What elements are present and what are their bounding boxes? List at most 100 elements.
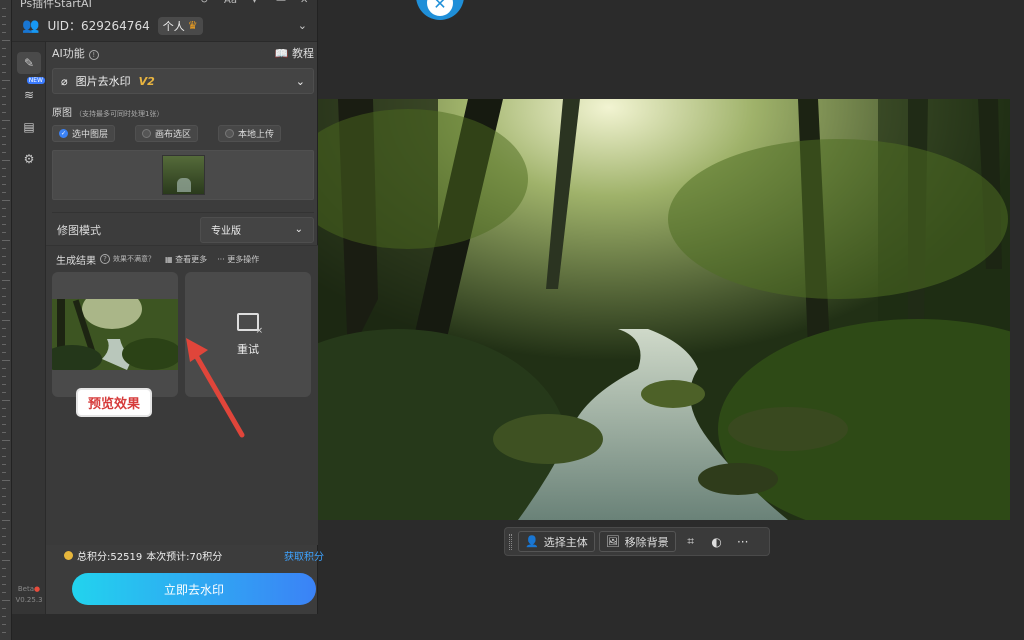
ruler-tick bbox=[2, 424, 6, 425]
ruler-tick bbox=[2, 592, 6, 593]
refresh-icon[interactable]: ↻ bbox=[200, 0, 208, 6]
sidebar-item-edit[interactable]: ✎ bbox=[17, 52, 41, 74]
ruler-tick bbox=[2, 496, 6, 497]
ruler-tick bbox=[2, 72, 6, 73]
panel-sidebar: ✎ ≋ NEW ▤ ⚙ Beta● V0.25.3 bbox=[12, 42, 46, 614]
ruler-tick bbox=[2, 520, 10, 521]
ruler-tick bbox=[2, 552, 6, 553]
ruler-tick bbox=[2, 160, 10, 161]
ruler-tick bbox=[2, 448, 6, 449]
ruler-tick bbox=[2, 208, 6, 209]
remove-background-button[interactable]: 🖼 移除背景 bbox=[598, 531, 676, 552]
watermark-icon: ⌀ bbox=[61, 74, 68, 88]
view-more-link[interactable]: ▦ 查看更多 bbox=[165, 254, 207, 265]
ruler-tick bbox=[2, 440, 10, 441]
panel-title: Ps插件StartAI bbox=[20, 0, 92, 10]
toolbar-drag-handle[interactable] bbox=[509, 533, 512, 550]
sidebar-item-settings[interactable]: ⚙ bbox=[17, 148, 41, 170]
ruler-tick bbox=[2, 152, 6, 153]
ruler-tick bbox=[2, 176, 6, 177]
ruler-tick bbox=[2, 40, 10, 41]
ruler-tick bbox=[2, 112, 6, 113]
ruler-tick bbox=[2, 216, 6, 217]
ruler-tick bbox=[2, 312, 6, 313]
ruler-tick bbox=[2, 336, 6, 337]
ruler-tick bbox=[2, 368, 6, 369]
contrast-icon[interactable]: ◐ bbox=[706, 531, 728, 552]
radio-icon bbox=[142, 129, 152, 138]
source-options: ✓ 选中图层 画布选区 本地上传 bbox=[52, 125, 314, 142]
ruler-tick bbox=[2, 384, 6, 385]
panel-titlebar: Ps插件StartAI ↻ Aa ▾ — ✕ bbox=[12, 0, 317, 10]
crop-icon[interactable]: ⌗ bbox=[680, 531, 702, 552]
ruler-tick bbox=[2, 320, 10, 321]
remove-watermark-button[interactable]: 立即去水印 bbox=[72, 573, 316, 605]
source-option-selected-layer[interactable]: ✓ 选中图层 bbox=[52, 125, 116, 142]
crown-icon: ♛ bbox=[187, 19, 198, 32]
ruler-tick bbox=[2, 376, 6, 377]
ruler-tick bbox=[2, 24, 6, 25]
ruler-tick bbox=[2, 472, 6, 473]
sidebar-item-layers[interactable]: ≋ NEW bbox=[17, 77, 45, 106]
sidebar-item-docs[interactable]: ▤ bbox=[17, 116, 41, 138]
ruler-tick bbox=[2, 480, 10, 481]
ruler-tick bbox=[2, 344, 6, 345]
ruler-tick bbox=[2, 256, 6, 257]
ruler-tick bbox=[2, 232, 6, 233]
ruler-tick bbox=[2, 280, 10, 281]
font-size-icon[interactable]: Aa bbox=[224, 0, 237, 6]
ruler-tick bbox=[2, 136, 6, 137]
app-logo-icon: ✕ bbox=[416, 0, 464, 20]
ruler-tick bbox=[2, 352, 6, 353]
ruler-tick bbox=[2, 80, 10, 81]
panel-footer: 总积分:52519 本次预计:70积分 获取积分 立即去水印 bbox=[64, 548, 324, 605]
dissatisfied-link[interactable]: 效果不满意？ bbox=[113, 254, 155, 264]
ruler-tick bbox=[2, 64, 6, 65]
minimize-icon[interactable]: — bbox=[276, 0, 286, 6]
chevron-down-icon[interactable]: ⌄ bbox=[298, 19, 307, 32]
ruler-tick bbox=[2, 288, 6, 289]
new-badge: NEW bbox=[26, 77, 45, 84]
ruler-tick bbox=[2, 200, 10, 201]
result-header: 生成结果 ? 效果不满意？ ▦ 查看更多 ··· 更多操作 bbox=[46, 246, 318, 272]
ruler-tick bbox=[2, 128, 6, 129]
radio-checked-icon: ✓ bbox=[59, 129, 68, 138]
mode-select[interactable]: 专业版 ⌄ bbox=[200, 216, 314, 243]
ruler-tick bbox=[2, 304, 6, 305]
more-actions-link[interactable]: ··· 更多操作 bbox=[217, 254, 259, 265]
help-icon[interactable]: ? bbox=[100, 254, 110, 264]
broken-image-icon bbox=[237, 312, 263, 336]
more-options-icon[interactable]: ··· bbox=[732, 531, 754, 552]
ruler-tick bbox=[2, 168, 6, 169]
result-card[interactable] bbox=[52, 272, 178, 397]
get-points-link[interactable]: 获取积分 bbox=[284, 548, 324, 563]
tutorial-link[interactable]: 📖 教程 bbox=[275, 45, 314, 61]
ruler-tick bbox=[2, 576, 6, 577]
pin-icon[interactable]: ▾ bbox=[252, 0, 257, 6]
plugin-panel: Ps插件StartAI ↻ Aa ▾ — ✕ 👥 UID：629264764 个… bbox=[12, 0, 324, 614]
gallery-icon: ▦ bbox=[165, 254, 173, 264]
ruler-tick bbox=[2, 408, 6, 409]
ruler-tick bbox=[2, 584, 6, 585]
pencil-icon: ✎ bbox=[23, 56, 35, 70]
source-header: 原图 （支持最多可同时处理1张） bbox=[52, 104, 314, 119]
ruler-tick bbox=[2, 456, 6, 457]
select-subject-button[interactable]: 👤 选择主体 bbox=[518, 531, 595, 552]
source-preview-box[interactable] bbox=[52, 150, 314, 200]
source-option-canvas-selection[interactable]: 画布选区 bbox=[135, 125, 199, 142]
close-icon[interactable]: ✕ bbox=[300, 0, 308, 6]
ruler-tick bbox=[2, 632, 6, 633]
ai-function-select[interactable]: ⌀ 图片去水印 V2 ⌄ bbox=[52, 68, 314, 94]
plan-badge[interactable]: 个人 ♛ bbox=[157, 16, 203, 35]
uid-text: UID：629264764 bbox=[47, 19, 150, 33]
ruler-tick bbox=[2, 120, 10, 121]
source-hint: （支持最多可同时处理1张） bbox=[75, 110, 164, 118]
source-option-local-upload[interactable]: 本地上传 bbox=[218, 125, 282, 142]
chevron-down-icon: ⌄ bbox=[294, 224, 303, 235]
help-icon[interactable]: ! bbox=[88, 50, 99, 60]
ruler-tick bbox=[2, 328, 6, 329]
ruler-tick bbox=[2, 504, 6, 505]
canvas-toolbar: 👤 选择主体 🖼 移除背景 ⌗ ◐ ··· bbox=[504, 527, 770, 556]
ruler-tick bbox=[2, 264, 6, 265]
vertical-ruler bbox=[0, 0, 12, 640]
